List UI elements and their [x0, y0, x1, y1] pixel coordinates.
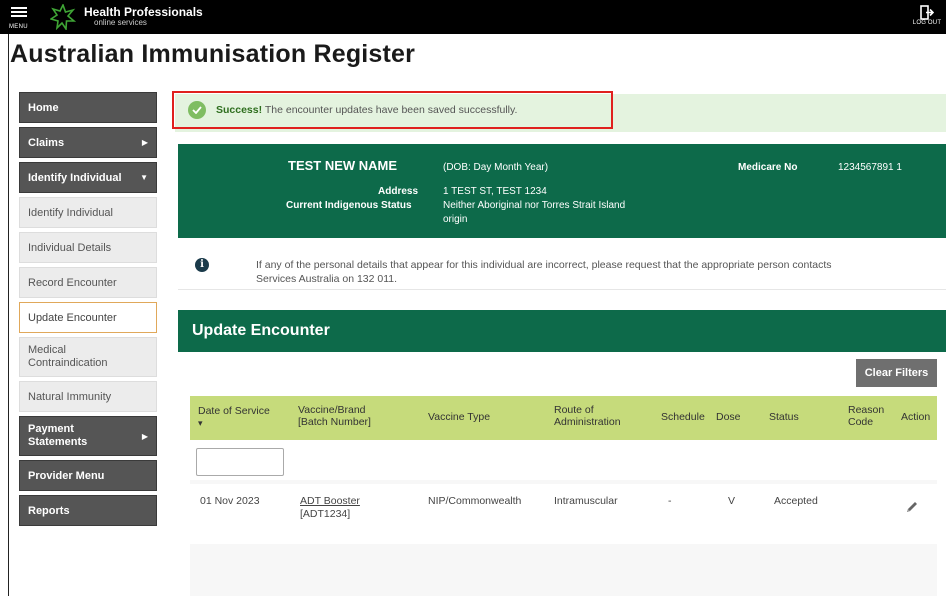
- hamburger-icon: [11, 7, 27, 9]
- sidebar-item-medical-contraindication[interactable]: Medical Contraindication: [19, 337, 157, 377]
- success-body: The encounter updates have been saved su…: [262, 104, 518, 116]
- sidebar-item-identify-individual-group[interactable]: Identify Individual ▼: [19, 162, 157, 193]
- info-icon: i: [195, 258, 209, 272]
- cell-schedule: -: [668, 495, 672, 507]
- logout-icon: [920, 5, 934, 20]
- sidebar-item-reports[interactable]: Reports: [19, 495, 157, 526]
- sidebar-item-label: Medical Contraindication: [28, 344, 108, 369]
- page-title: Australian Immunisation Register: [10, 40, 416, 68]
- left-divider: [8, 34, 9, 596]
- caret-right-icon: ▶: [141, 431, 148, 441]
- sidebar-item-label: Individual Details: [28, 241, 112, 254]
- cell-date: 01 Nov 2023: [200, 495, 260, 507]
- col-status: Status: [769, 411, 799, 423]
- sidebar: Home Claims ▶ Identify Individual ▼ Iden…: [19, 92, 157, 530]
- sidebar-item-label: Claims: [28, 136, 65, 149]
- col-route-label-2: Administration: [554, 416, 621, 428]
- col-date-label: Date of Service: [198, 405, 270, 417]
- info-line-2: Services Australia on 132 011.: [256, 273, 398, 285]
- cell-batch: [ADT1234]: [300, 508, 351, 520]
- col-vaccine-type: Vaccine Type: [428, 411, 491, 423]
- caret-right-icon: ▶: [141, 138, 148, 147]
- sidebar-item-label: Record Encounter: [28, 276, 117, 289]
- col-reason-label-1: Reason: [848, 404, 885, 416]
- sort-down-icon: ▾: [198, 418, 203, 428]
- success-text: Success! The encounter updates have been…: [216, 104, 517, 116]
- col-route: Route of Administration: [554, 404, 621, 428]
- patient-dob: (DOB: Day Month Year): [443, 162, 549, 173]
- star-logo-icon: [50, 4, 76, 30]
- table-row: 01 Nov 2023 ADT Booster [ADT1234] NIP/Co…: [190, 484, 937, 544]
- caret-down-icon: ▼: [140, 173, 148, 182]
- info-text: If any of the personal details that appe…: [256, 258, 936, 286]
- cell-vaccine: ADT Booster [ADT1234]: [300, 495, 360, 521]
- medicare-value: 1234567891 1: [838, 162, 902, 173]
- address-value: 1 TEST ST, TEST 1234: [443, 186, 547, 197]
- cell-route: Intramuscular: [554, 495, 618, 507]
- success-strong: Success!: [216, 104, 263, 116]
- menu-button[interactable]: MENU: [8, 4, 30, 30]
- info-notice: i If any of the personal details that ap…: [178, 238, 946, 290]
- logout-button[interactable]: LOG OUT: [912, 5, 942, 31]
- clear-filters-button[interactable]: Clear Filters: [856, 359, 937, 387]
- sidebar-item-label: Payment Statements: [28, 423, 88, 448]
- col-batch-label: [Batch Number]: [298, 416, 371, 428]
- sidebar-item-home[interactable]: Home: [19, 92, 157, 123]
- check-icon: [188, 101, 206, 119]
- cell-status: Accepted: [774, 495, 818, 507]
- sidebar-item-natural-immunity[interactable]: Natural Immunity: [19, 381, 157, 412]
- indigenous-status-value-cont: origin: [443, 214, 468, 225]
- sidebar-item-label: Provider Menu: [28, 469, 105, 482]
- brand-subtitle: online services: [94, 18, 147, 27]
- brand: Health Professionals online services: [84, 6, 203, 28]
- cell-vaccine-type: NIP/Commonwealth: [428, 495, 522, 507]
- col-reason-code: Reason Code: [848, 404, 884, 428]
- sidebar-item-update-encounter[interactable]: Update Encounter: [19, 302, 157, 333]
- section-title: Update Encounter: [178, 310, 946, 352]
- col-route-label-1: Route of: [554, 404, 594, 416]
- cell-dose: V: [728, 495, 736, 507]
- sidebar-item-payment-statements[interactable]: Payment Statements ▶: [19, 416, 157, 456]
- col-action: Action: [901, 411, 931, 423]
- info-line-1: If any of the personal details that appe…: [256, 259, 832, 271]
- col-date-of-service[interactable]: Date of Service ▾: [198, 405, 270, 429]
- sidebar-item-record-encounter[interactable]: Record Encounter: [19, 267, 157, 298]
- logout-label: LOG OUT: [912, 20, 942, 26]
- medicare-label: Medicare No: [738, 162, 798, 173]
- brand-title: Health Professionals: [84, 5, 203, 19]
- menu-label: MENU: [9, 24, 28, 30]
- indigenous-status-label: Current Indigenous Status: [286, 200, 412, 211]
- col-vaccine-brand: Vaccine/Brand [Batch Number]: [298, 404, 371, 428]
- sidebar-item-label: Identify Individual: [28, 171, 122, 184]
- pencil-icon[interactable]: [905, 500, 919, 514]
- sidebar-item-label: Natural Immunity: [28, 390, 112, 403]
- col-schedule: Schedule: [661, 411, 705, 423]
- sidebar-item-provider-menu[interactable]: Provider Menu: [19, 460, 157, 491]
- sidebar-item-label: Update Encounter: [28, 311, 117, 324]
- table-header: Date of Service ▾ Vaccine/Brand [Batch N…: [190, 396, 937, 440]
- address-label: Address: [378, 186, 419, 197]
- sidebar-item-claims[interactable]: Claims ▶: [19, 127, 157, 158]
- vaccine-link[interactable]: ADT Booster: [300, 495, 360, 508]
- top-bar: MENU Health Professionals online service…: [0, 0, 946, 34]
- indigenous-status-value: Neither Aboriginal nor Torres Strait Isl…: [443, 200, 626, 211]
- sidebar-item-individual-details[interactable]: Individual Details: [19, 232, 157, 263]
- patient-header: TEST NEW NAME (DOB: Day Month Year) Medi…: [178, 144, 946, 238]
- sidebar-item-identify-individual[interactable]: Identify Individual: [19, 197, 157, 228]
- date-filter-input[interactable]: [196, 448, 284, 476]
- col-reason-label-2: Code: [848, 416, 874, 428]
- sidebar-item-label: Reports: [28, 504, 70, 517]
- patient-name: TEST NEW NAME: [288, 158, 398, 173]
- col-dose: Dose: [716, 411, 741, 423]
- success-message: Success! The encounter updates have been…: [172, 91, 613, 129]
- sidebar-item-label: Identify Individual: [28, 206, 113, 219]
- col-vaccine-label: Vaccine/Brand: [298, 404, 366, 416]
- sidebar-item-label: Home: [28, 101, 59, 114]
